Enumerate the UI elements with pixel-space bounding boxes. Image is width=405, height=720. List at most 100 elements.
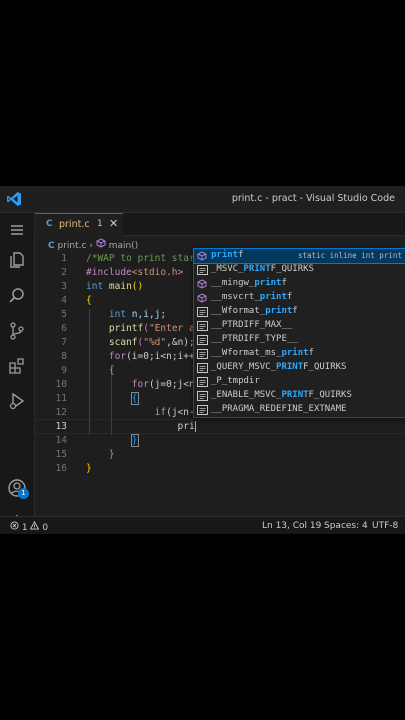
code-line-13: pri [177, 421, 196, 432]
suggestion-item[interactable]: _P_tmpdir [194, 375, 405, 389]
code-line-6: printf("Enter a [108, 323, 195, 334]
extensions-icon[interactable] [7, 356, 27, 376]
suggestion-label: __msvcrt_printf [211, 292, 293, 302]
suggestion-label: _P_tmpdir [211, 376, 260, 386]
line-number: 9 [61, 365, 67, 376]
method-cube-icon [96, 238, 106, 248]
line-number: 1 [61, 253, 67, 264]
suggestion-item[interactable]: _MSVC_PRINTF_QUIRKS [194, 263, 405, 277]
function-cube-icon [197, 293, 207, 303]
code-line-5: int n,i,j; [108, 309, 167, 320]
activity-bar: 1 [0, 213, 35, 531]
line-number: 15 [55, 449, 67, 460]
c-file-icon: C [46, 219, 53, 229]
code-line-9: { [108, 365, 115, 376]
suggestion-item-selected[interactable]: printf static inline int print [193, 248, 405, 264]
code-line-1: /*WAP to print star [86, 253, 195, 264]
menu-icon[interactable] [7, 220, 27, 240]
line-number: 14 [55, 435, 67, 446]
code-line-11: { [130, 392, 139, 405]
suggestion-item[interactable]: __PTRDIFF_MAX__ [194, 319, 405, 333]
suggestion-item[interactable]: _ENABLE_MSVC_PRINTF_QUIRKS [194, 389, 405, 403]
text-symbol-icon [197, 307, 208, 317]
function-cube-icon [197, 279, 207, 289]
error-count: 1 [21, 523, 28, 533]
suggestion-item[interactable]: __PTRDIFF_TYPE__ [194, 333, 405, 347]
cursor-position[interactable]: Ln 13, Col 19 [262, 521, 321, 531]
problems-indicator[interactable]: 1 0 [10, 520, 49, 533]
window-title: print.c - pract - Visual Studio Code [231, 193, 395, 204]
suggestion-label: _ENABLE_MSVC_PRINTF_QUIRKS [211, 390, 352, 400]
editor-tabs: C print.c 1 ✕ [35, 213, 405, 236]
suggestion-label: __PTRDIFF_MAX__ [211, 320, 293, 330]
code-line-14: } [130, 434, 139, 447]
warning-count: 0 [42, 523, 49, 533]
suggestion-label: __PTRDIFF_TYPE__ [211, 334, 298, 344]
error-icon [10, 521, 19, 530]
line-number: 10 [55, 379, 67, 390]
suggestion-item[interactable]: __mingw_printf [194, 277, 405, 291]
tab-print-c[interactable]: C print.c 1 ✕ [35, 213, 123, 236]
tab-close-icon[interactable]: ✕ [109, 217, 118, 230]
code-line-7: scanf("%d",&n); [108, 337, 195, 348]
code-line-4: { [86, 295, 92, 306]
text-symbol-icon [197, 265, 208, 275]
encoding[interactable]: UTF-8 [372, 521, 398, 531]
code-line-3: int main() [86, 281, 144, 292]
account-badge: 1 [18, 488, 29, 499]
suggestion-label: printf [211, 250, 244, 260]
line-number-current: 13 [55, 421, 67, 432]
text-symbol-icon [197, 377, 208, 387]
breadcrumb-symbol[interactable]: main() [109, 241, 139, 251]
function-cube-icon [197, 251, 207, 261]
suggestion-label: _QUERY_MSVC_PRINTF_QUIRKS [211, 362, 347, 372]
line-number: 12 [55, 407, 67, 418]
text-symbol-icon [197, 335, 208, 345]
suggestion-item[interactable]: __PRAGMA_REDEFINE_EXTNAME [194, 403, 405, 417]
suggestion-label: __Wformat_printf [211, 306, 298, 316]
code-line-15: } [108, 449, 115, 460]
line-number: 8 [61, 351, 67, 362]
code-line-12: if(j<n- [154, 407, 195, 418]
title-bar: print.c - pract - Visual Studio Code [0, 186, 405, 213]
suggestion-label: __PRAGMA_REDEFINE_EXTNAME [211, 404, 347, 414]
suggestion-widget: printf static inline int print _MSVC_PRINT… [193, 248, 405, 418]
line-number: 7 [61, 337, 67, 348]
tab-label: print.c [59, 219, 90, 230]
suggestion-item[interactable]: __Wformat_ms_printf [194, 347, 405, 361]
breadcrumb-c-icon: C [48, 240, 55, 251]
suggestion-item[interactable]: _QUERY_MSVC_PRINTF_QUIRKS [194, 361, 405, 375]
suggestion-detail: static inline int print [298, 251, 402, 260]
code-line-2: #include<stdio.h> [86, 267, 184, 278]
suggestion-label: _MSVC_PRINTF_QUIRKS [211, 264, 314, 274]
text-symbol-icon [197, 321, 208, 331]
line-number: 3 [61, 281, 67, 292]
vscode-window: print.c - pract - Visual Studio Code 1 C… [0, 186, 405, 534]
code-line-10: for(j=0;j<n- [131, 379, 201, 390]
line-number: 16 [55, 463, 67, 474]
breadcrumb: C print.c › main() [48, 238, 138, 252]
warning-icon [30, 520, 40, 530]
status-bar: 1 0 Ln 13, Col 19 Spaces: 4 UTF-8 [0, 516, 405, 534]
suggestion-item[interactable]: __Wformat_printf [194, 305, 405, 319]
line-number: 4 [61, 295, 67, 306]
text-symbol-icon [197, 391, 208, 401]
text-symbol-icon [197, 363, 208, 373]
source-control-icon[interactable] [7, 321, 27, 341]
tab-problem-count: 1 [97, 219, 103, 229]
text-symbol-icon [197, 405, 208, 415]
suggestion-label: __mingw_printf [211, 278, 287, 288]
code-line-16: } [86, 463, 92, 474]
line-number: 11 [55, 393, 67, 404]
line-number: 2 [61, 267, 67, 278]
suggestion-item[interactable]: __msvcrt_printf [194, 291, 405, 305]
indentation[interactable]: Spaces: 4 [324, 521, 368, 531]
explorer-icon[interactable] [7, 250, 27, 270]
text-symbol-icon [197, 349, 208, 359]
breadcrumb-separator: › [89, 240, 93, 251]
vscode-logo-icon [7, 192, 21, 206]
run-debug-icon[interactable] [7, 391, 27, 411]
line-number: 5 [61, 309, 67, 320]
search-icon[interactable] [7, 286, 27, 306]
breadcrumb-file[interactable]: print.c [57, 241, 86, 251]
